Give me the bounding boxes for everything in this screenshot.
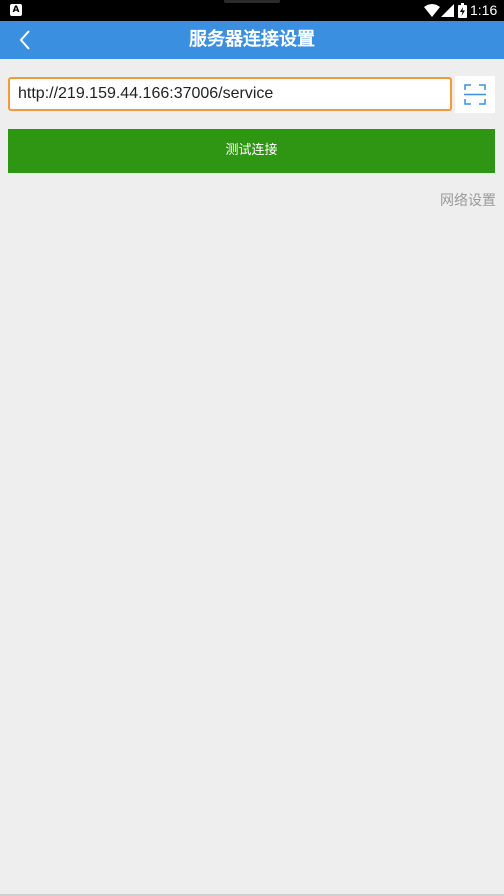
app-header: 服务器连接设置 — [0, 21, 504, 59]
status-time: 1:16 — [470, 2, 498, 18]
scan-qr-button[interactable] — [455, 76, 495, 113]
network-settings-link[interactable]: 网络设置 — [404, 191, 496, 211]
signal-icon — [441, 4, 454, 17]
server-connection-settings-screen: A 1:16 服务器连接设置 http://219.159.44.166:370… — [0, 0, 504, 896]
wifi-icon — [424, 4, 440, 17]
battery-icon — [458, 3, 467, 18]
app-notification-icon: A — [10, 4, 22, 16]
camera-notch — [224, 0, 280, 3]
scan-icon — [464, 84, 486, 105]
page-title: 服务器连接设置 — [189, 29, 315, 50]
test-connection-button[interactable]: 测试连接 — [8, 129, 495, 173]
status-bar: A 1:16 — [0, 0, 504, 21]
chevron-left-icon — [19, 30, 30, 50]
back-button[interactable] — [10, 25, 40, 55]
app-badge-letter: A — [12, 5, 20, 15]
server-url-input[interactable] — [8, 77, 452, 111]
